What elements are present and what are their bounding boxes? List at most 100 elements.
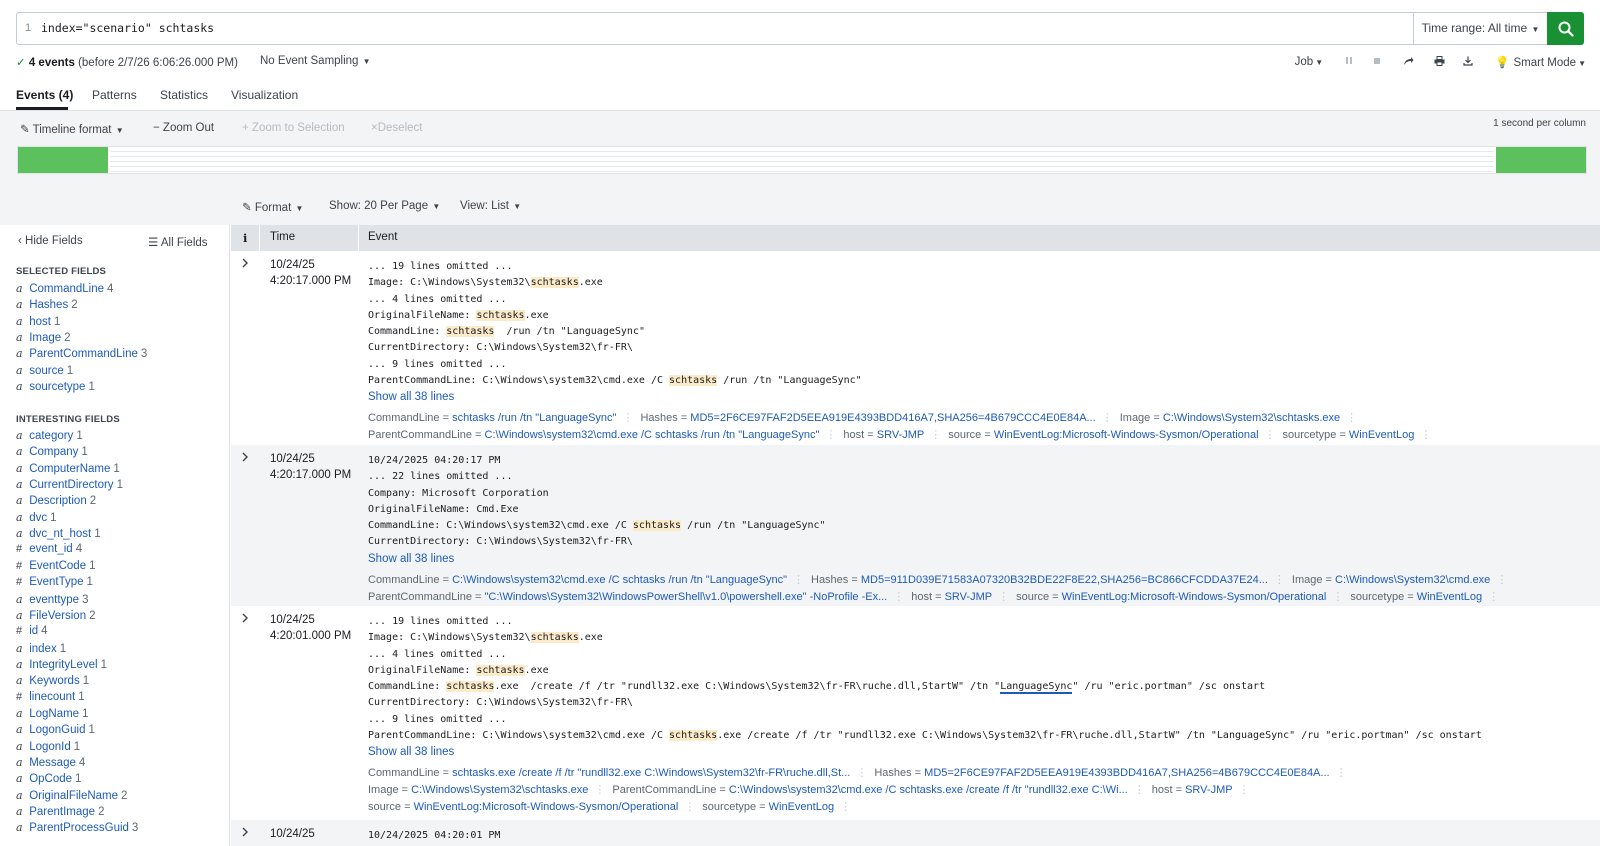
field-key[interactable]: CommandLine <box>368 574 440 586</box>
field-value[interactable]: WinEventLog:Microsoft-Windows-Sysmon/Ope… <box>414 801 679 813</box>
export-icon[interactable] <box>1463 56 1473 69</box>
field-key[interactable]: source <box>1016 591 1049 603</box>
field-value[interactable]: SRV-JMP <box>1185 784 1232 796</box>
field-value[interactable]: C:\Windows\system32\cmd.exe /C schtasks.… <box>729 784 1128 796</box>
search-term-highlight[interactable]: schtasks <box>476 309 525 321</box>
field-value[interactable]: WinEventLog:Microsoft-Windows-Sysmon/Ope… <box>1062 591 1327 603</box>
field-item[interactable]: a host 1 <box>16 315 60 328</box>
field-key[interactable]: CommandLine <box>368 412 440 424</box>
field-key[interactable]: Image <box>368 784 399 796</box>
field-key[interactable]: ParentCommandLine <box>368 591 472 603</box>
field-item[interactable]: a eventtype 3 <box>16 593 88 606</box>
field-key[interactable]: ParentCommandLine <box>612 784 716 796</box>
search-input[interactable]: index="scenario" schtasks <box>39 13 1413 44</box>
search-term-highlight[interactable]: schtasks <box>669 375 718 387</box>
field-value[interactable]: C:\Windows\system32\cmd.exe /C schtasks … <box>452 574 787 586</box>
field-key[interactable]: Hashes <box>640 412 677 424</box>
field-key[interactable]: host <box>911 591 932 603</box>
field-value[interactable]: C:\Windows\System32\schtasks.exe <box>1163 412 1340 424</box>
field-value[interactable]: WinEventLog <box>1417 591 1482 603</box>
timeline-format-menu[interactable]: ✎ Timeline format ▼ <box>20 122 124 136</box>
field-key[interactable]: host <box>843 429 864 441</box>
field-key[interactable]: host <box>1152 784 1173 796</box>
search-term-highlight[interactable]: schtasks <box>530 277 579 289</box>
field-item[interactable]: # linecount 1 <box>16 691 85 703</box>
search-term-highlight[interactable]: schtasks <box>632 520 682 532</box>
search-term-highlight[interactable]: schtasks <box>446 681 495 693</box>
stop-icon[interactable] <box>1373 56 1381 68</box>
chevron-right-icon[interactable] <box>241 826 249 840</box>
field-item[interactable]: a Hashes 2 <box>16 298 78 311</box>
field-key[interactable]: Hashes <box>874 767 911 779</box>
event-sampling-dropdown[interactable]: No Event Sampling ▼ <box>260 55 371 67</box>
field-item[interactable]: # EventType 1 <box>16 576 93 588</box>
field-item[interactable]: a ParentProcessGuid 3 <box>16 821 138 834</box>
chevron-right-icon[interactable] <box>241 612 249 626</box>
field-value[interactable]: C:\Windows\System32\schtasks.exe <box>411 784 588 796</box>
field-item[interactable]: a CurrentDirectory 1 <box>16 478 123 491</box>
tab-statistics[interactable]: Statistics <box>160 88 208 102</box>
field-value[interactable]: WinEventLog:Microsoft-Windows-Sysmon/Ope… <box>994 429 1259 441</box>
field-item[interactable]: a source 1 <box>16 364 73 377</box>
field-item[interactable]: a ComputerName 1 <box>16 462 120 475</box>
field-item[interactable]: a LogName 1 <box>16 707 88 720</box>
timeline-bar[interactable] <box>1496 147 1586 173</box>
field-item[interactable]: a category 1 <box>16 429 83 442</box>
field-value[interactable]: SRV-JMP <box>877 429 924 441</box>
field-key[interactable]: source <box>948 429 981 441</box>
hide-fields-button[interactable]: ‹ Hide Fields <box>18 235 83 247</box>
field-value[interactable]: "C:\Windows\System32\WindowsPowerShell\v… <box>485 591 888 603</box>
field-item[interactable]: a CommandLine 4 <box>16 282 113 295</box>
chevron-right-icon[interactable] <box>241 451 249 465</box>
tab-patterns[interactable]: Patterns <box>92 88 137 102</box>
field-value[interactable]: schtasks /run /tn "LanguageSync" <box>452 412 616 424</box>
search-mode-menu[interactable]: 💡 Smart Mode ▼ <box>1495 55 1586 69</box>
field-item[interactable]: a dvc 1 <box>16 511 57 524</box>
print-icon[interactable] <box>1434 55 1445 69</box>
field-key[interactable]: Image <box>1292 574 1323 586</box>
field-key[interactable]: sourcetype <box>702 801 756 813</box>
field-value[interactable]: SRV-JMP <box>945 591 992 603</box>
field-item[interactable]: a LogonGuid 1 <box>16 723 95 736</box>
share-icon[interactable] <box>1403 56 1414 69</box>
chevron-right-icon[interactable] <box>241 257 249 271</box>
field-item[interactable]: a Description 2 <box>16 494 96 507</box>
show-all-lines-link[interactable]: Show all 38 lines <box>368 744 1600 760</box>
field-key[interactable]: Image <box>1120 412 1151 424</box>
field-item[interactable]: a index 1 <box>16 642 66 655</box>
field-item[interactable]: a FileVersion 2 <box>16 609 96 622</box>
field-item[interactable]: a Image 2 <box>16 331 71 344</box>
field-item[interactable]: a Keywords 1 <box>16 674 89 687</box>
format-menu[interactable]: ✎ Format ▼ <box>242 200 303 214</box>
search-term-highlight[interactable]: schtasks <box>530 632 579 644</box>
per-page-menu[interactable]: Show: 20 Per Page ▼ <box>329 200 440 212</box>
time-range-picker[interactable]: Time range: All time ▼ <box>1413 13 1547 44</box>
field-item[interactable]: # id 4 <box>16 625 48 637</box>
show-all-lines-link[interactable]: Show all 38 lines <box>368 551 1600 567</box>
tab-events[interactable]: Events (4) <box>16 88 73 102</box>
search-bar[interactable]: 1 index="scenario" schtasks Time range: … <box>16 12 1584 45</box>
zoom-to-selection-button[interactable]: + Zoom to Selection <box>242 122 345 134</box>
field-item[interactable]: a sourcetype 1 <box>16 380 95 393</box>
field-value[interactable]: C:\Windows\system32\cmd.exe /C schtasks … <box>485 429 820 441</box>
field-item[interactable]: # EventCode 1 <box>16 560 96 572</box>
hovered-term[interactable]: LanguageSync <box>1000 681 1073 695</box>
field-key[interactable]: sourcetype <box>1350 591 1404 603</box>
job-menu[interactable]: Job ▼ <box>1295 56 1323 68</box>
field-value[interactable]: C:\Windows\System32\cmd.exe <box>1335 574 1490 586</box>
field-value[interactable]: WinEventLog <box>1349 429 1414 441</box>
field-item[interactable]: a ParentImage 2 <box>16 805 104 818</box>
search-term-highlight[interactable]: schtasks <box>669 730 718 742</box>
field-item[interactable]: a OpCode 1 <box>16 772 81 785</box>
view-menu[interactable]: View: List ▼ <box>460 200 521 212</box>
field-key[interactable]: Hashes <box>811 574 848 586</box>
time-column-header[interactable]: Time <box>270 231 295 243</box>
search-button[interactable] <box>1547 12 1584 45</box>
search-term-highlight[interactable]: schtasks <box>446 326 495 338</box>
field-item[interactable]: a Company 1 <box>16 445 88 458</box>
field-item[interactable]: # event_id 4 <box>16 543 82 555</box>
timeline-bar[interactable] <box>18 147 108 173</box>
pause-icon[interactable] <box>1345 56 1353 68</box>
field-item[interactable]: a IntegrityLevel 1 <box>16 658 107 671</box>
field-key[interactable]: ParentCommandLine <box>368 429 472 441</box>
